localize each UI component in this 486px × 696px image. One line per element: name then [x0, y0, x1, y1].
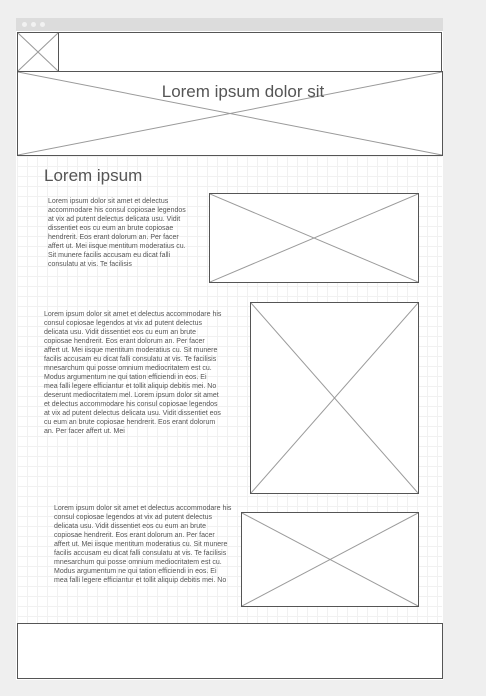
logo-image-placeholder[interactable]	[17, 32, 59, 72]
window-dot-icon	[40, 22, 45, 27]
window-dot-icon	[31, 22, 36, 27]
window-titlebar	[16, 18, 443, 31]
footer	[17, 623, 443, 679]
image-placeholder-icon	[210, 194, 418, 282]
image-placeholder-2[interactable]	[250, 302, 419, 494]
top-nav-bar	[17, 32, 442, 72]
window-dot-icon	[22, 22, 27, 27]
section-heading: Lorem ipsum	[44, 166, 143, 185]
image-placeholder-3[interactable]	[241, 512, 419, 607]
paragraph-1: Lorem ipsum dolor sit amet et delectus a…	[48, 198, 186, 268]
image-placeholder-icon	[242, 513, 418, 606]
image-placeholder-icon	[251, 303, 418, 493]
hero-title: Lorem ipsum dolor sit	[161, 82, 325, 101]
image-placeholder-1[interactable]	[209, 193, 419, 283]
paragraph-2: Lorem ipsum dolor sit amet et delectus a…	[44, 311, 222, 435]
paragraph-3: Lorem ipsum dolor sit amet et delectus a…	[54, 505, 232, 584]
image-placeholder-icon	[18, 33, 58, 71]
